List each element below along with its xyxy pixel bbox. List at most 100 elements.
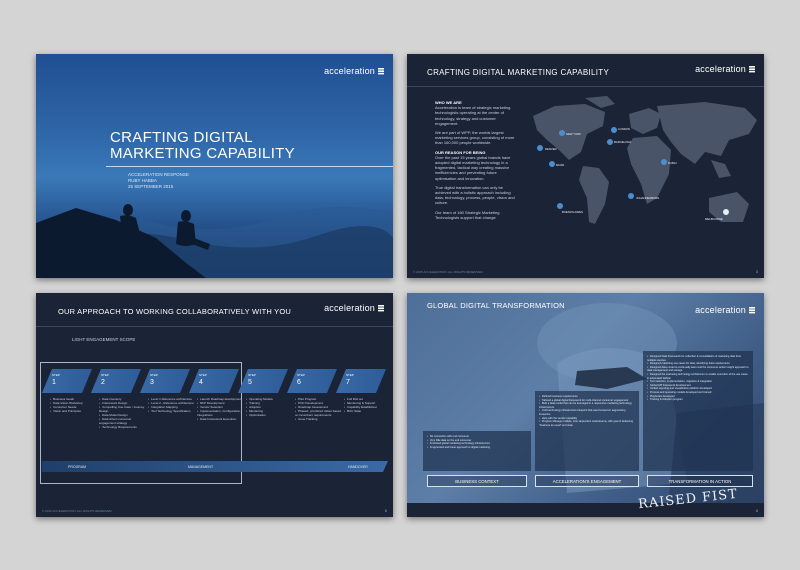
- city-label: DUBAI: [668, 161, 677, 165]
- location-pin-icon: [549, 161, 555, 167]
- city-label: DENVER: [545, 147, 557, 151]
- reason-text: Over the past 15 years global brands hav…: [435, 154, 511, 181]
- step-item: Issue Tracking: [295, 417, 341, 421]
- engagement-item: Craft technology infrastructure blueprin…: [539, 409, 635, 416]
- divider: [407, 86, 764, 87]
- brand-name: acceleration: [695, 64, 746, 74]
- step-chevron: STEP 1: [42, 369, 92, 393]
- brand-mark-icon: [378, 305, 384, 312]
- bar-label: HANDOVER: [348, 464, 368, 469]
- slide-approach[interactable]: OUR APPROACH TO WORKING COLLABORATIVELY …: [36, 293, 393, 517]
- page-number: 3: [755, 269, 758, 274]
- location-pin-icon: [628, 193, 634, 199]
- step-items: Full Roll out Monitoring & Support Capab…: [344, 397, 390, 413]
- step-label: STEP: [101, 373, 109, 377]
- brand-logo: acceleration: [324, 303, 385, 313]
- step-label: STEP: [150, 373, 158, 377]
- bar-label: PROGRAM: [68, 464, 87, 469]
- city-label: NEW YORK: [566, 132, 582, 136]
- title-line-1: CRAFTING DIGITAL: [110, 129, 253, 146]
- steps-row: STEP 1 STEP 2 STEP 3 STEP 4 STEP 5 STEP 6 STEP…: [42, 369, 388, 393]
- step-number: 5: [248, 379, 252, 386]
- step-item: BAU State: [344, 409, 390, 413]
- team-text: Our team of 160 Strategic Marketing Tech…: [435, 209, 500, 220]
- slide-transformation[interactable]: GLOBAL DIGITAL TRANSFORMATION accelerati…: [407, 293, 764, 517]
- transform-text: True digital transformation can only be …: [435, 184, 515, 206]
- step-label: STEP: [297, 373, 305, 377]
- step-label: STEP: [199, 373, 207, 377]
- step-number: 1: [52, 379, 56, 386]
- engagement-list: Defined business requirements Tailored a…: [535, 391, 639, 471]
- step-number: 4: [199, 379, 203, 386]
- brand-mark-icon: [749, 307, 755, 314]
- city-label: LONDON: [618, 127, 630, 131]
- action-item: Training & Adoption program: [647, 398, 749, 402]
- step-number: 6: [297, 379, 301, 386]
- brand-name: acceleration: [324, 303, 375, 313]
- copyright: © 2015 ACCELERATION. ALL RIGHTS RESERVED…: [42, 509, 113, 513]
- location-pin-icon: [537, 145, 543, 151]
- step-label: STEP: [346, 373, 354, 377]
- about-text: WHO WE ARE Acceleration is team of strat…: [435, 96, 517, 224]
- step-chevron: STEP 7: [336, 369, 386, 393]
- divider: [36, 326, 393, 327]
- step-chevron: STEP 4: [189, 369, 239, 393]
- city-label: BARCELONA: [614, 140, 632, 144]
- brand-name: acceleration: [324, 66, 375, 76]
- step-item: Optimisation: [246, 413, 292, 417]
- slide-title-heading: CRAFTING DIGITAL MARKETING CAPABILITY: [110, 130, 295, 162]
- step-items: Launch Roadmap development RFP Developme…: [197, 397, 243, 421]
- divider: [106, 166, 393, 167]
- slide-capability[interactable]: CRAFTING DIGITAL MARKETING CAPABILITY ac…: [407, 54, 764, 278]
- copyright: © 2015 ACCELERATION. ALL RIGHTS RESERVED…: [413, 270, 484, 274]
- title-line-2: MARKETING CAPABILITY: [110, 145, 295, 162]
- subtitle-line: 25 SEPTEMBER 2015: [128, 184, 174, 189]
- step-item: Technology Requirements: [99, 425, 145, 429]
- program-management-bar: PROGRAM MANAGEMENT HANDOVER: [42, 461, 388, 472]
- transformation-label: TRANSFORMATION IN ACTION: [647, 475, 753, 487]
- step-item: Data Framework Execution: [197, 417, 243, 421]
- step-number: 3: [150, 379, 154, 386]
- bar-label: MANAGEMENT: [188, 464, 214, 469]
- slide-heading: GLOBAL DIGITAL TRANSFORMATION: [427, 301, 565, 310]
- brand-mark-icon: [378, 68, 384, 75]
- step-chevron: STEP 6: [287, 369, 337, 393]
- wpp-text: We are part of WPP, the worlds largest m…: [435, 130, 515, 146]
- brand-logo: acceleration: [695, 64, 756, 74]
- step-label: STEP: [248, 373, 256, 377]
- slide-heading: CRAFTING DIGITAL MARKETING CAPABILITY: [427, 68, 610, 77]
- step-items: Pilot Program POC Development Roadmap As…: [295, 397, 341, 421]
- world-map: DENVER NEW YORK LONDON BARCELONA MIAMI D…: [525, 94, 759, 274]
- page-number: 6: [384, 508, 387, 513]
- location-pin-icon: [557, 203, 563, 209]
- city-label: MIAMI: [556, 163, 565, 167]
- business-context-label: BUSINESS CONTEXT: [427, 475, 527, 487]
- location-pin-icon: [559, 130, 565, 136]
- slide-title[interactable]: acceleration CRAFTING DIGITAL MARKETING …: [36, 54, 393, 278]
- brand-logo: acceleration: [324, 66, 385, 76]
- slide-subtitle: ACCELERATION RESPONSE RUBY HABBA 25 SEPT…: [128, 172, 189, 190]
- step-items: Level 1 Reference architecture Level 2 -…: [148, 397, 194, 413]
- brand-logo: acceleration: [695, 305, 756, 315]
- step-item: Data driven consumer engagement strategy: [99, 417, 145, 425]
- location-pin-icon: [607, 139, 613, 145]
- action-item: Designed data model to continually learn…: [647, 366, 749, 373]
- location-pin-icon: [723, 209, 729, 215]
- slide-heading: OUR APPROACH TO WORKING COLLABORATIVELY …: [58, 307, 291, 316]
- step-items: Business Goals Data Vision Workshop Cons…: [50, 397, 96, 413]
- world-map-shape: [533, 96, 757, 224]
- page-number: 8: [755, 508, 758, 513]
- step-item: Implementation, Configuration, Integrati…: [197, 409, 243, 417]
- footer-strip: [407, 503, 764, 517]
- transformation-list: Designed Data Framework for collection &…: [643, 351, 753, 471]
- engagement-label: ACCELERATION'S ENGAGEMENT: [535, 475, 639, 487]
- brand-mark-icon: [749, 66, 755, 73]
- context-item: Fragmented and linear approach to digita…: [427, 446, 527, 450]
- engagement-scope-label: LIGHT ENGAGEMENT SCOPE: [72, 337, 136, 342]
- city-label: JOHANNESBURG: [636, 196, 660, 200]
- step-item: Compelling Use Case / Journey Design: [99, 405, 145, 413]
- step-number: 2: [101, 379, 105, 386]
- step-chevron: STEP 2: [91, 369, 141, 393]
- city-label: BUENOS AIRES: [562, 210, 583, 214]
- engagement-item: Program Manage multiple, inter-dependent…: [539, 420, 635, 427]
